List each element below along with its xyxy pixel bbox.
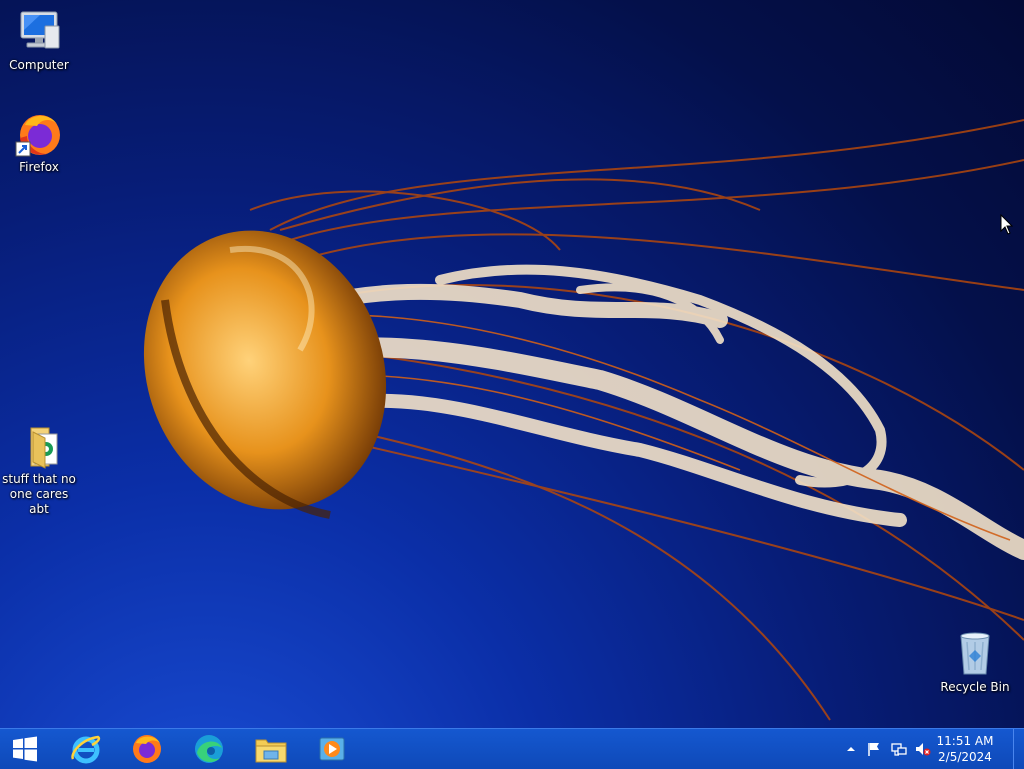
taskbar: 11:51 AM 2/5/2024 <box>0 728 1024 769</box>
recycle-bin-icon <box>951 630 999 678</box>
taskbar-firefox[interactable] <box>121 731 173 767</box>
mouse-cursor-icon <box>1000 214 1014 235</box>
taskbar-media-player[interactable] <box>306 731 358 767</box>
computer-icon <box>15 8 63 56</box>
clock[interactable]: 11:51 AM 2/5/2024 <box>932 733 998 765</box>
desktop-icon-folder[interactable]: stuff that no one cares abt <box>1 422 77 517</box>
edge-icon <box>195 735 223 763</box>
desktop-icon-computer[interactable]: Computer <box>1 8 77 73</box>
start-button[interactable] <box>0 731 50 767</box>
firefox-icon <box>133 735 161 763</box>
desktop-icon-recycle-bin[interactable]: Recycle Bin <box>937 630 1013 695</box>
desktop-icon-firefox[interactable]: Firefox <box>1 110 77 175</box>
desktop-icon-label: stuff that no one cares abt <box>2 472 76 516</box>
file-explorer-icon <box>255 739 287 763</box>
desktop-icon-label: Recycle Bin <box>940 680 1010 694</box>
show-hidden-icons-arrow[interactable] <box>843 741 859 757</box>
jellyfish-bell <box>143 230 387 519</box>
firefox-icon <box>15 110 63 158</box>
desktop-icon-label: Computer <box>9 58 69 72</box>
show-desktop-button[interactable] <box>1013 729 1024 769</box>
windows-logo-icon <box>13 736 37 762</box>
desktop-wallpaper <box>143 119 1024 721</box>
folder-icon <box>15 422 63 470</box>
taskbar-edge[interactable] <box>183 731 235 767</box>
volume-muted-icon[interactable] <box>915 741 931 757</box>
internet-explorer-icon <box>71 735 101 764</box>
action-center-flag-icon[interactable] <box>866 741 882 757</box>
media-player-icon <box>319 737 345 761</box>
desktop-icon-label: Firefox <box>19 160 59 174</box>
taskbar-internet-explorer[interactable] <box>60 731 112 767</box>
taskbar-file-explorer[interactable] <box>245 731 297 767</box>
clock-date: 2/5/2024 <box>938 750 992 764</box>
network-icon[interactable] <box>891 741 907 757</box>
clock-time: 11:51 AM <box>936 734 994 748</box>
